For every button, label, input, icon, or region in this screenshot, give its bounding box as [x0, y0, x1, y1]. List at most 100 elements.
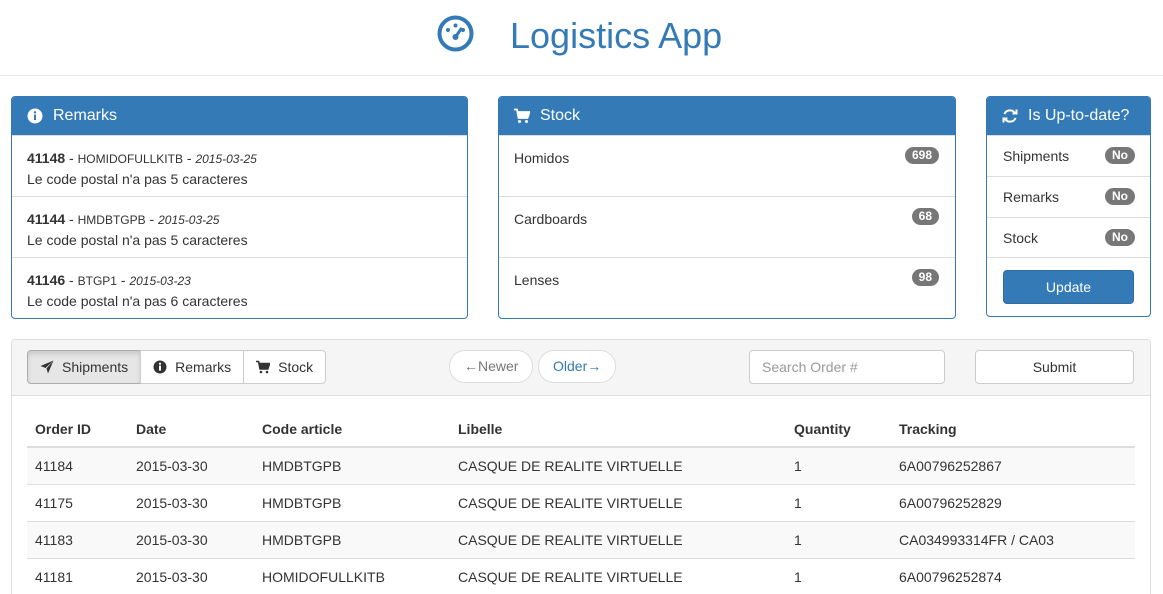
remark-code: BTGP1 [77, 274, 117, 288]
send-arrow-icon [40, 360, 54, 374]
tab-label: Shipments [62, 359, 129, 375]
cell-date: 2015-03-30 [128, 446, 254, 484]
cell-code-article: HMDBTGPB [254, 520, 450, 558]
remark-item[interactable]: 41148 - HOMIDOFULLKITB - 2015-03-25 Le c… [12, 135, 467, 196]
table-row[interactable]: 41183 2015-03-30 HMDBTGPB CASQUE DE REAL… [27, 520, 1135, 558]
uptodate-item-label: Remarks [1003, 189, 1060, 205]
remark-item[interactable]: 41144 - HMDBTGPB - 2015-03-25 Le code po… [12, 196, 467, 257]
column-header-libelle[interactable]: Libelle [450, 411, 786, 448]
uptodate-panel-title: Is Up-to-date? [1028, 107, 1130, 124]
remark-message: Le code postal n'a pas 6 caracteres [27, 293, 248, 309]
dashboard-gauge-icon [437, 15, 474, 52]
column-header-date[interactable]: Date [128, 411, 254, 448]
stock-count-badge: 68 [911, 208, 939, 225]
remarks-panel-title: Remarks [53, 107, 118, 124]
info-circle-icon [153, 360, 167, 374]
remark-order-id: 41148 [27, 150, 66, 166]
toolbar: Shipments Remarks Stock ←Newer Older→ Se… [12, 340, 1150, 396]
status-badge: No [1105, 229, 1135, 246]
remark-item[interactable]: 41146 - BTGP1 - 2015-03-23 Le code posta… [12, 257, 467, 318]
refresh-icon [1002, 109, 1018, 123]
stock-item: Homidos 698 [499, 135, 955, 196]
view-tab-group: Shipments Remarks Stock [27, 350, 327, 384]
uptodate-item-stock: Stock No [987, 217, 1150, 258]
remark-date: 2015-03-25 [195, 152, 257, 166]
uptodate-item-label: Stock [1003, 230, 1039, 246]
cell-tracking: 6A00796252867 [891, 446, 1135, 484]
tab-remarks[interactable]: Remarks [140, 350, 245, 384]
app-title: Logistics App [510, 15, 723, 56]
stock-item: Lenses 98 [499, 257, 955, 318]
update-button[interactable]: Update [1003, 270, 1134, 304]
cell-libelle: CASQUE DE REALITE VIRTUELLE [450, 557, 786, 594]
remark-order-id: 41144 [27, 211, 66, 227]
cell-code-article: HOMIDOFULLKITB [254, 557, 450, 594]
uptodate-item-label: Shipments [1003, 148, 1070, 164]
stock-panel: Stock Homidos 698 Cardboards 68 Lenses 9… [498, 96, 956, 319]
table-row[interactable]: 41184 2015-03-30 HMDBTGPB CASQUE DE REAL… [27, 446, 1135, 484]
table-header-row: Order ID Date Code article Libelle Quant… [27, 411, 1135, 448]
cell-libelle: CASQUE DE REALITE VIRTUELLE [450, 446, 786, 484]
table-row[interactable]: 41181 2015-03-30 HOMIDOFULLKITB CASQUE D… [27, 557, 1135, 594]
tab-label: Stock [278, 359, 314, 375]
remark-date: 2015-03-23 [129, 274, 191, 288]
remark-code: HMDBTGPB [77, 213, 146, 227]
shopping-cart-icon [256, 360, 271, 374]
app-header: Logistics App [0, 0, 1163, 76]
stock-item: Cardboards 68 [499, 196, 955, 257]
cell-date: 2015-03-30 [128, 520, 254, 558]
stock-count-badge: 698 [904, 147, 939, 164]
uptodate-item-remarks: Remarks No [987, 176, 1150, 217]
cell-code-article: HMDBTGPB [254, 483, 450, 521]
shipments-card: Shipments Remarks Stock ←Newer Older→ Se… [11, 339, 1151, 594]
cell-order-id: 41175 [27, 483, 128, 521]
status-badge: No [1105, 147, 1135, 164]
cell-quantity: 1 [786, 557, 891, 594]
cell-date: 2015-03-30 [128, 557, 254, 594]
cell-quantity: 1 [786, 483, 891, 521]
uptodate-item-shipments: Shipments No [987, 135, 1150, 176]
remark-order-id: 41146 [27, 272, 66, 288]
cell-order-id: 41184 [27, 446, 128, 484]
column-header-tracking[interactable]: Tracking [891, 411, 1135, 448]
search-order-input[interactable] [749, 350, 945, 384]
submit-button[interactable]: Submit [975, 350, 1134, 384]
cell-tracking: 6A00796252829 [891, 483, 1135, 521]
uptodate-panel: Is Up-to-date? Shipments No Remarks No S… [986, 96, 1151, 317]
status-badge: No [1105, 188, 1135, 205]
cell-order-id: 41181 [27, 557, 128, 594]
remark-message: Le code postal n'a pas 5 caracteres [27, 232, 248, 248]
cell-code-article: HMDBTGPB [254, 446, 450, 484]
cell-quantity: 1 [786, 446, 891, 484]
shipments-table: Order ID Date Code article Libelle Quant… [27, 411, 1135, 594]
tab-label: Remarks [175, 359, 232, 375]
table-row[interactable]: 41175 2015-03-30 HMDBTGPB CASQUE DE REAL… [27, 483, 1135, 521]
cell-tracking: 6A00796252874 [891, 557, 1135, 594]
info-circle-icon [27, 108, 43, 124]
cell-order-id: 41183 [27, 520, 128, 558]
newer-page-button[interactable]: ←Newer [449, 350, 534, 383]
stock-item-name: Cardboards [514, 211, 588, 227]
cell-quantity: 1 [786, 520, 891, 558]
stock-item-name: Lenses [514, 272, 560, 288]
uptodate-panel-heading: Is Up-to-date? [987, 97, 1150, 135]
cell-date: 2015-03-30 [128, 483, 254, 521]
remarks-panel-heading: Remarks [12, 97, 467, 135]
remarks-panel: Remarks 41148 - HOMIDOFULLKITB - 2015-03… [11, 96, 468, 319]
remark-date: 2015-03-25 [158, 213, 220, 227]
tab-shipments[interactable]: Shipments [27, 350, 142, 384]
remark-message: Le code postal n'a pas 5 caracteres [27, 171, 248, 187]
older-page-button[interactable]: Older→ [538, 350, 617, 383]
stock-panel-title: Stock [540, 107, 581, 124]
tab-stock[interactable]: Stock [243, 350, 327, 384]
column-header-order-id[interactable]: Order ID [27, 411, 128, 448]
stock-item-name: Homidos [514, 150, 570, 166]
stock-count-badge: 98 [911, 269, 939, 286]
column-header-quantity[interactable]: Quantity [786, 411, 891, 448]
cell-libelle: CASQUE DE REALITE VIRTUELLE [450, 520, 786, 558]
column-header-code-article[interactable]: Code article [254, 411, 450, 448]
shopping-cart-icon [514, 108, 530, 123]
cell-tracking: CA034993314FR / CA03 [891, 520, 1135, 558]
remark-code: HOMIDOFULLKITB [77, 152, 183, 166]
stock-panel-heading: Stock [499, 97, 955, 135]
